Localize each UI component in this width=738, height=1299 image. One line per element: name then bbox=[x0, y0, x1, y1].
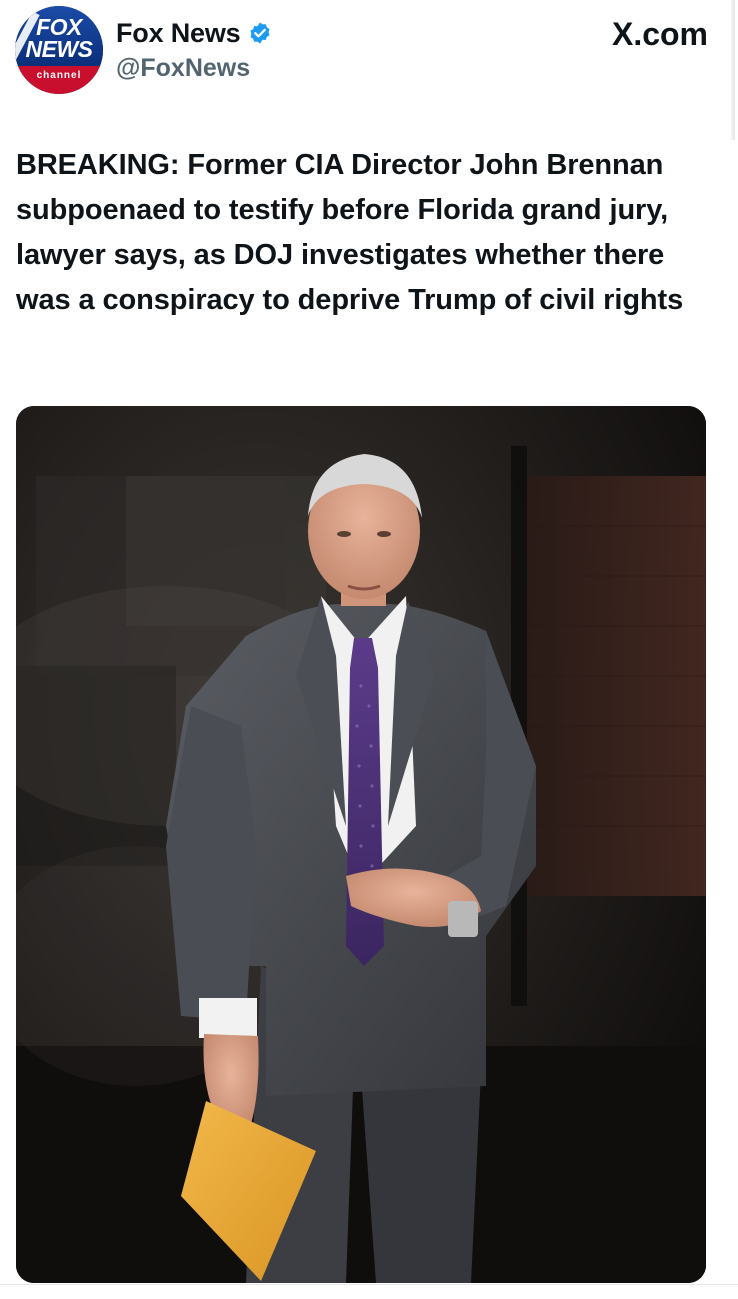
post-photo[interactable] bbox=[16, 406, 706, 1283]
post-text: BREAKING: Former CIA Director John Brenn… bbox=[16, 149, 684, 316]
account-handle[interactable]: @FoxNews bbox=[116, 54, 250, 83]
account-name[interactable]: Fox News bbox=[116, 18, 241, 49]
post-divider bbox=[0, 1284, 738, 1285]
photo-illustration bbox=[16, 406, 706, 1283]
verified-badge-icon bbox=[248, 21, 272, 45]
avatar-logo-line3: channel bbox=[36, 70, 82, 81]
avatar-logo-line1: FOX bbox=[36, 14, 82, 40]
scrollbar[interactable] bbox=[731, 0, 735, 140]
account-avatar[interactable]: FOX NEWS channel bbox=[15, 6, 103, 94]
account-name-row[interactable]: Fox News bbox=[116, 16, 272, 50]
site-label: X.com bbox=[611, 16, 708, 52]
avatar-logo-line2: NEWS bbox=[25, 36, 94, 62]
post-header: FOX NEWS channel Fox News @FoxNews X.com bbox=[0, 0, 738, 140]
